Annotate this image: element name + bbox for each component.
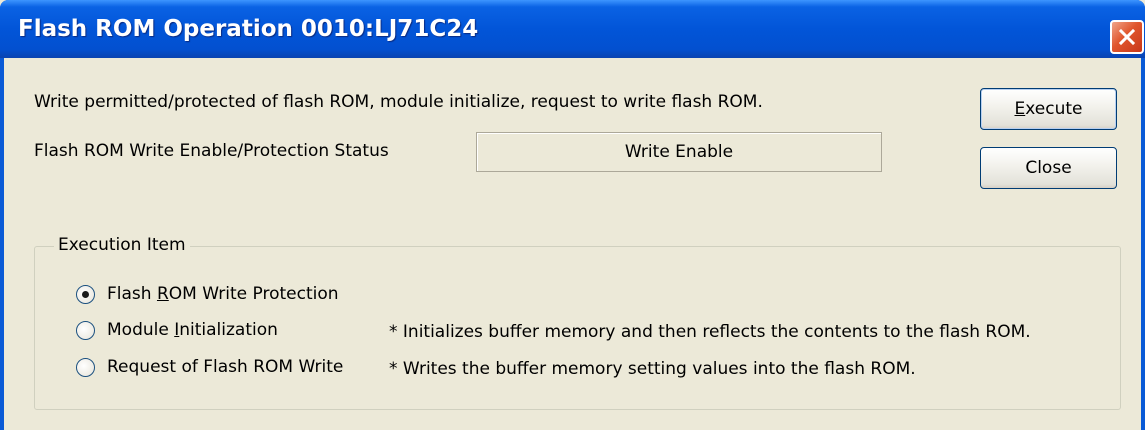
radio-button[interactable]	[76, 357, 95, 377]
radio-button[interactable]	[76, 320, 95, 340]
radio-selected-dot	[82, 290, 89, 298]
dialog-window: Flash ROM Operation 0010:LJ71C24 Write p…	[0, 0, 1145, 430]
radio-label: Flash ROM Write Protection	[107, 284, 339, 304]
close-label: Close	[1025, 158, 1072, 178]
title-close-button[interactable]	[1110, 20, 1144, 54]
dialog-body: Write permitted/protected of flash ROM, …	[4, 58, 1141, 430]
execute-label: Execute	[1014, 99, 1083, 119]
radio-label: Module Initialization	[107, 320, 278, 340]
radio-label: Request of Flash ROM Write	[107, 357, 344, 377]
description-text: Write permitted/protected of flash ROM, …	[34, 92, 763, 112]
radio-request-flash-rom-write[interactable]: Request of Flash ROM Write	[76, 357, 343, 377]
status-value: Write Enable	[624, 142, 734, 162]
close-button[interactable]: Close	[980, 147, 1117, 189]
radio-module-initialization[interactable]: Module Initialization	[76, 320, 278, 340]
execution-item-legend: Execution Item	[54, 235, 190, 255]
radio-button[interactable]	[76, 284, 95, 304]
window-title: Flash ROM Operation 0010:LJ71C24	[18, 16, 479, 42]
radio-flash-rom-write-protection[interactable]: Flash ROM Write Protection	[76, 284, 339, 304]
status-value-box: Write Enable	[476, 132, 882, 172]
title-bar[interactable]: Flash ROM Operation 0010:LJ71C24	[0, 0, 1145, 58]
module-initialization-note: * Initializes buffer memory and then ref…	[389, 322, 1031, 342]
status-label: Flash ROM Write Enable/Protection Status	[34, 141, 389, 161]
close-icon	[1118, 28, 1136, 46]
request-flash-rom-write-note: * Writes the buffer memory setting value…	[389, 359, 916, 379]
execute-button[interactable]: Execute	[980, 88, 1117, 130]
